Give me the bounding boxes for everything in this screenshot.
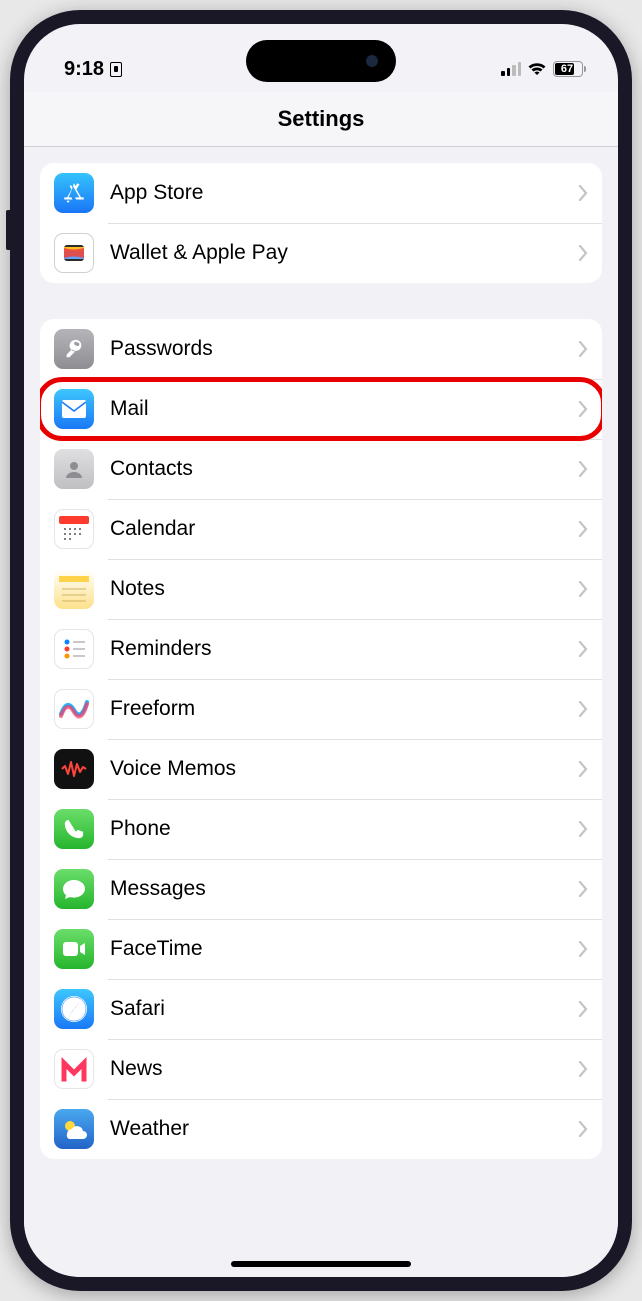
settings-row-contacts[interactable]: Contacts (40, 439, 602, 499)
settings-row-label: Contacts (110, 457, 578, 481)
sim-icon (110, 62, 122, 77)
weather-icon (54, 1109, 94, 1149)
phone-frame: 9:18 67 Settings (10, 10, 632, 1291)
phone-icon (54, 809, 94, 849)
chevron-right-icon (578, 521, 588, 537)
settings-row-label: Notes (110, 577, 578, 601)
chevron-right-icon (578, 185, 588, 201)
notes-icon (54, 569, 94, 609)
settings-row-label: Reminders (110, 637, 578, 661)
chevron-right-icon (578, 821, 588, 837)
chevron-right-icon (578, 245, 588, 261)
chevron-right-icon (578, 581, 588, 597)
status-time: 9:18 (64, 58, 104, 81)
status-right: 67 (501, 61, 586, 77)
safari-icon (54, 989, 94, 1029)
settings-row-label: FaceTime (110, 937, 578, 961)
settings-row-voicememos[interactable]: Voice Memos (40, 739, 602, 799)
contacts-icon (54, 449, 94, 489)
wallet-icon (54, 233, 94, 273)
page-title: Settings (24, 92, 618, 147)
messages-icon (54, 869, 94, 909)
settings-row-facetime[interactable]: FaceTime (40, 919, 602, 979)
settings-row-notes[interactable]: Notes (40, 559, 602, 619)
settings-row-label: Phone (110, 817, 578, 841)
calendar-icon (54, 509, 94, 549)
settings-group: Passwords Mail Contacts (40, 319, 602, 1159)
settings-row-label: Mail (110, 397, 578, 421)
settings-row-label: Wallet & Apple Pay (110, 241, 578, 265)
chevron-right-icon (578, 1061, 588, 1077)
settings-row-passwords[interactable]: Passwords (40, 319, 602, 379)
chevron-right-icon (578, 1121, 588, 1137)
settings-group: App Store Wallet & Apple Pay (40, 163, 602, 283)
chevron-right-icon (578, 641, 588, 657)
dynamic-island (246, 40, 396, 82)
settings-row-reminders[interactable]: Reminders (40, 619, 602, 679)
chevron-right-icon (578, 701, 588, 717)
screen: 9:18 67 Settings (24, 24, 618, 1277)
mail-icon (54, 389, 94, 429)
settings-row-messages[interactable]: Messages (40, 859, 602, 919)
chevron-right-icon (578, 881, 588, 897)
settings-row-label: Voice Memos (110, 757, 578, 781)
settings-row-appstore[interactable]: App Store (40, 163, 602, 223)
facetime-icon (54, 929, 94, 969)
appstore-icon (54, 173, 94, 213)
settings-row-label: Messages (110, 877, 578, 901)
chevron-right-icon (578, 941, 588, 957)
settings-row-calendar[interactable]: Calendar (40, 499, 602, 559)
settings-row-label: Passwords (110, 337, 578, 361)
reminders-icon (54, 629, 94, 669)
settings-row-label: Weather (110, 1117, 578, 1141)
settings-row-label: Safari (110, 997, 578, 1021)
settings-row-freeform[interactable]: Freeform (40, 679, 602, 739)
settings-row-safari[interactable]: Safari (40, 979, 602, 1039)
settings-row-label: Freeform (110, 697, 578, 721)
chevron-right-icon (578, 461, 588, 477)
chevron-right-icon (578, 401, 588, 417)
battery-icon: 67 (553, 61, 586, 77)
news-icon (54, 1049, 94, 1089)
settings-list[interactable]: App Store Wallet & Apple Pay (24, 147, 618, 1277)
cellular-icon (501, 62, 521, 76)
freeform-icon (54, 689, 94, 729)
settings-row-label: Calendar (110, 517, 578, 541)
wifi-icon (527, 61, 547, 77)
settings-row-label: News (110, 1057, 578, 1081)
status-left: 9:18 (64, 58, 122, 81)
settings-row-phone[interactable]: Phone (40, 799, 602, 859)
key-icon (54, 329, 94, 369)
home-indicator[interactable] (231, 1261, 411, 1267)
settings-row-mail[interactable]: Mail (40, 379, 602, 439)
chevron-right-icon (578, 1001, 588, 1017)
settings-row-weather[interactable]: Weather (40, 1099, 602, 1159)
settings-row-news[interactable]: News (40, 1039, 602, 1099)
chevron-right-icon (578, 761, 588, 777)
chevron-right-icon (578, 341, 588, 357)
settings-row-label: App Store (110, 181, 578, 205)
voicememos-icon (54, 749, 94, 789)
settings-row-wallet[interactable]: Wallet & Apple Pay (40, 223, 602, 283)
